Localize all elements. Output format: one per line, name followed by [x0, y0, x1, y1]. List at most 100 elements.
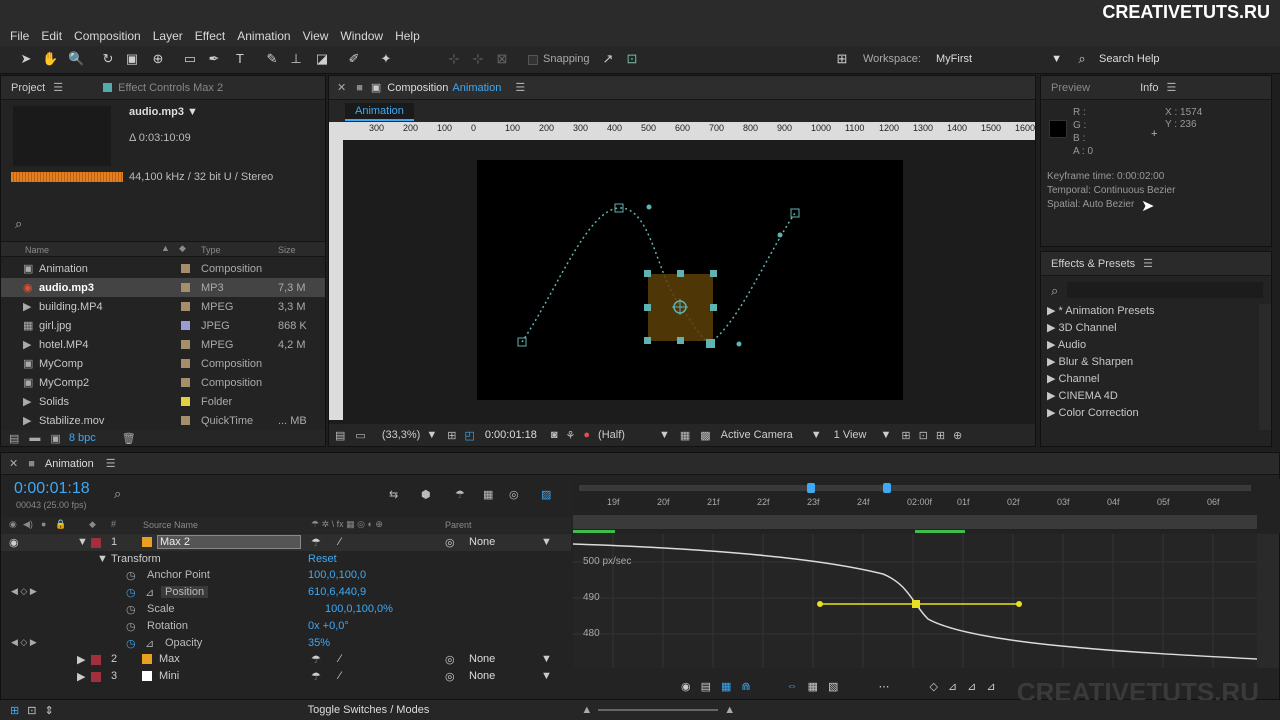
new-comp-icon[interactable]: ▣	[50, 432, 60, 445]
expand-icon[interactable]: ▶	[1047, 390, 1059, 402]
snapping-checkbox[interactable]	[528, 55, 538, 65]
reset-button[interactable]: Reset	[308, 553, 337, 565]
zoom-slider[interactable]	[598, 709, 719, 711]
hand-tool-icon[interactable]: ✋	[42, 51, 58, 67]
label-color[interactable]	[91, 672, 101, 682]
zoom-in-icon[interactable]: ▲	[724, 704, 735, 716]
tab-preview[interactable]: Preview	[1041, 76, 1100, 100]
menu-animation[interactable]: Animation	[237, 29, 290, 43]
stopwatch-icon[interactable]: ◷	[126, 586, 136, 599]
keyframe-navigator-icon[interactable]: ◀ ◇ ▶	[11, 586, 37, 597]
pan-behind-tool-icon[interactable]: ⊕	[150, 51, 166, 67]
project-item[interactable]: ▣ MyComp2 Composition	[1, 373, 325, 392]
expand-timing-icon[interactable]: ⇕	[44, 704, 53, 717]
property-value[interactable]: 100,0,100,0%	[325, 603, 393, 615]
close-icon[interactable]: ✕	[9, 457, 18, 470]
keyframe-point[interactable]	[790, 208, 800, 218]
project-item[interactable]: ◉ audio.mp3 MP3 7,3 M	[1, 278, 325, 297]
work-area-end-handle[interactable]	[883, 483, 891, 493]
edit-keyframe-icon[interactable]: ⋯	[878, 680, 889, 693]
label-color[interactable]	[181, 416, 190, 425]
layer-name[interactable]: Mini	[159, 670, 179, 682]
quality-switch-icon[interactable]: ⁄	[339, 653, 341, 665]
safe-zones-icon[interactable]: ⊞	[447, 429, 456, 442]
layer-name[interactable]: Max 2	[157, 535, 301, 549]
channel-icon[interactable]: ●	[583, 429, 590, 441]
label-color[interactable]	[181, 321, 190, 330]
file-name[interactable]: audio.mp3 ▼	[129, 106, 198, 118]
menu-effect[interactable]: Effect	[195, 29, 225, 43]
pen-tool-icon[interactable]: ✒	[206, 51, 222, 67]
axis-local-icon[interactable]: ⊹	[446, 51, 462, 67]
property-row[interactable]: ◷ Rotation 0x +0,0°	[1, 619, 571, 636]
lock-icon[interactable]: ■	[356, 82, 363, 94]
menu-icon[interactable]: ☰	[106, 457, 116, 470]
zoom-select[interactable]: (33,3%)	[382, 429, 421, 441]
expand-icon[interactable]: ▶	[77, 653, 85, 666]
work-area-bar[interactable]	[579, 485, 1251, 491]
property-value[interactable]: 35%	[308, 637, 330, 649]
scrollbar[interactable]	[1259, 304, 1271, 430]
rotate-tool-icon[interactable]: ↻	[100, 51, 116, 67]
fast-preview-icon[interactable]: ⊡	[919, 429, 928, 442]
project-item[interactable]: ▶ Solids Folder	[1, 392, 325, 411]
project-item[interactable]: ▶ hotel.MP4 MPEG 4,2 M	[1, 335, 325, 354]
comp-flowchart-icon[interactable]: ⇆	[389, 488, 398, 501]
project-item[interactable]: ▶ building.MP4 MPEG 3,3 M	[1, 297, 325, 316]
auto-bezier-icon[interactable]: ⊿	[967, 680, 976, 693]
property-row[interactable]: ◷ Anchor Point 100,0,100,0	[1, 568, 571, 585]
shy-switch-icon[interactable]: ☂	[311, 670, 321, 683]
comp-tab-name[interactable]: Animation	[452, 82, 501, 94]
pickwhip-icon[interactable]: ◎	[445, 536, 455, 549]
expand-icon[interactable]: ▶	[1047, 339, 1058, 351]
timeline-timecode[interactable]: 0:00:01:18	[14, 480, 90, 498]
motion-blur-icon[interactable]: ◎	[509, 488, 519, 501]
expand-icon[interactable]: ▼	[77, 536, 88, 548]
comp-subtab[interactable]: Animation	[345, 103, 414, 121]
column-source-name[interactable]: Source Name	[143, 520, 198, 530]
mask-visibility-icon[interactable]: ◰	[464, 429, 474, 442]
axis-view-icon[interactable]: ⊠	[494, 51, 510, 67]
label-color[interactable]	[181, 283, 190, 292]
project-item[interactable]: ▣ MyComp Composition	[1, 354, 325, 373]
axis-world-icon[interactable]: ⊹	[470, 51, 486, 67]
flowchart-icon[interactable]: ⊕	[953, 429, 962, 442]
label-color[interactable]	[181, 340, 190, 349]
menu-file[interactable]: File	[10, 29, 29, 43]
expand-icon[interactable]: ▶	[1047, 356, 1059, 368]
label-color[interactable]	[91, 655, 101, 665]
comp-canvas[interactable]	[477, 160, 903, 400]
column-name[interactable]: Name	[25, 245, 49, 255]
property-value[interactable]: 610,6,440,9	[308, 586, 366, 598]
parent-select[interactable]: None	[469, 653, 495, 665]
layer-row-3[interactable]: ▶ 3 Mini ☂ ⁄ ◎ None ▼	[1, 668, 571, 685]
frame-blending-icon[interactable]: ▦	[483, 488, 493, 501]
puppet-tool-icon[interactable]: ✦	[378, 51, 394, 67]
property-row[interactable]: ◀ ◇ ▶ ◷ ⊿ Position 610,6,440,9	[1, 585, 571, 602]
draft-3d-icon[interactable]: ⬢	[421, 488, 431, 501]
label-color[interactable]	[181, 378, 190, 387]
graph-side-bar[interactable]	[1257, 534, 1279, 668]
zoom-out-icon[interactable]: ▲	[581, 704, 592, 716]
sort-icon[interactable]: ▲	[161, 243, 170, 253]
graph-editor-icon[interactable]: ▨	[541, 488, 551, 501]
hold-keyframe-icon[interactable]: ◇	[929, 680, 937, 693]
effects-category[interactable]: ▶ Audio	[1047, 338, 1086, 351]
timeline-tab[interactable]: Animation	[45, 458, 94, 470]
fit-selection-icon[interactable]: ⇔	[787, 680, 798, 692]
separate-dimensions-icon[interactable]: ▧	[828, 680, 838, 693]
tab-effects-presets[interactable]: Effects & Presets ☰	[1041, 252, 1163, 276]
stopwatch-icon[interactable]: ◷	[126, 603, 136, 616]
shy-icon[interactable]: ☂	[455, 488, 465, 501]
work-area-start-handle[interactable]	[807, 483, 815, 493]
graph-type-icon[interactable]: ▤	[701, 680, 711, 693]
project-item[interactable]: ▣ Animation Composition	[1, 259, 325, 278]
snapping-options-icon[interactable]: ↗	[600, 51, 616, 67]
stopwatch-icon[interactable]: ◷	[126, 620, 136, 633]
menu-layer[interactable]: Layer	[153, 29, 183, 43]
label-color[interactable]	[181, 264, 190, 273]
tab-project[interactable]: Project ☰	[1, 76, 73, 100]
label-color[interactable]	[181, 302, 190, 311]
parent-select[interactable]: None	[469, 536, 495, 548]
bpc-button[interactable]: 8 bpc	[69, 432, 96, 444]
